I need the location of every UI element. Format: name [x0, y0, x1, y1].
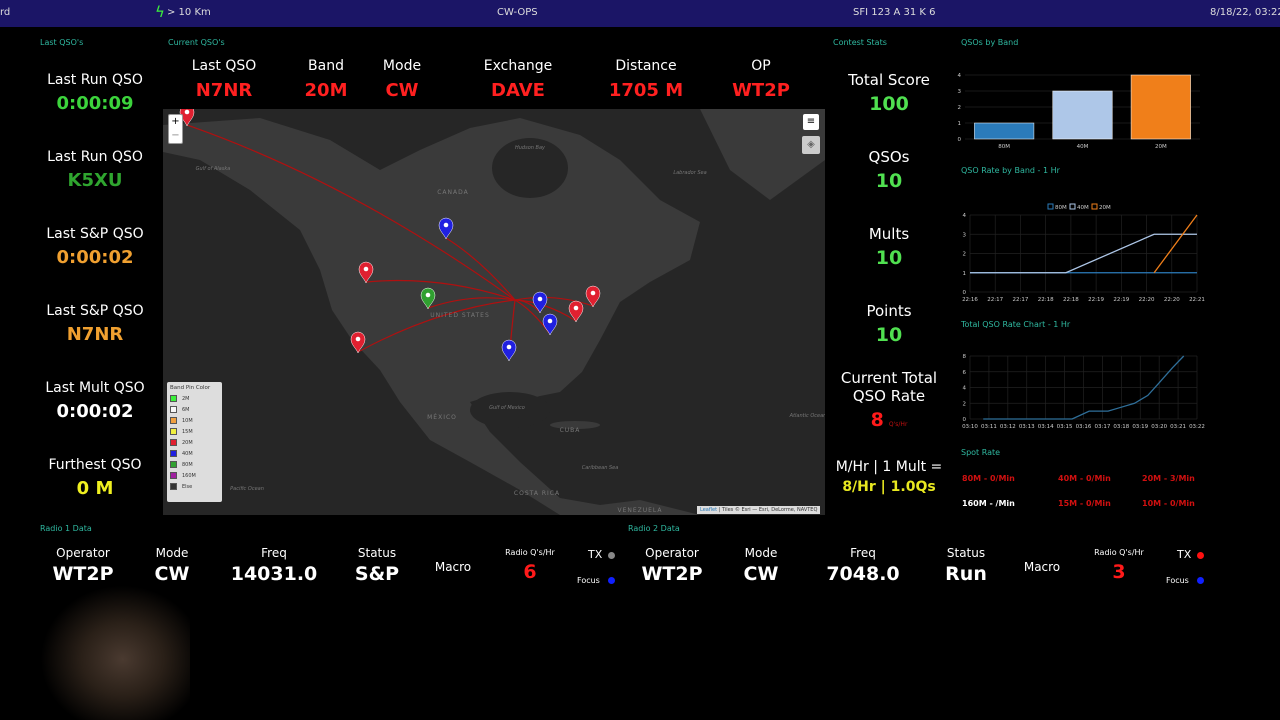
radio-status-label: Status [946, 546, 986, 560]
x-tick-label: 03:13 [1019, 424, 1035, 430]
x-tick-label: 22:19 [1113, 297, 1129, 303]
tx-label: TX [588, 548, 603, 561]
radio-operator-label: Operator [56, 546, 110, 560]
x-tick-label: 22:20 [1164, 297, 1180, 303]
x-tick-label: 80M [998, 144, 1010, 150]
radio-mode-value: CW [154, 563, 190, 585]
radio-status-label: Status [357, 546, 397, 560]
x-tick-label: 03:17 [1094, 424, 1110, 430]
y-tick-label: 0 [958, 137, 962, 143]
y-tick-label: 0 [963, 417, 967, 423]
y-tick-label: 3 [963, 232, 967, 238]
x-tick-label: 22:18 [1038, 297, 1054, 303]
x-tick-label: 03:18 [1113, 424, 1129, 430]
focus-indicator-icon [608, 577, 615, 584]
radio-freq-value: 14031.0 [230, 563, 318, 585]
x-tick-label: 22:18 [1063, 297, 1079, 303]
macro-button[interactable]: Macro [1024, 560, 1060, 574]
x-tick-label: 22:19 [1088, 297, 1104, 303]
y-tick-label: 2 [958, 105, 962, 111]
legend-swatch [1091, 203, 1098, 210]
x-tick-label: 03:16 [1076, 424, 1092, 430]
legend-swatch [1069, 203, 1076, 210]
radio-qhr-value: 6 [523, 561, 537, 583]
y-tick-label: 1 [958, 121, 962, 127]
spot-rate-item: 40M - 0/Min [1058, 474, 1111, 483]
radio-status-value: S&P [354, 563, 400, 585]
radio-operator-label: Operator [645, 546, 699, 560]
x-tick-label: 22:17 [987, 297, 1003, 303]
bar-80M [974, 122, 1035, 140]
spot-rate-item: 15M - 0/Min [1058, 499, 1111, 508]
legend-label: 40M [1077, 205, 1089, 211]
radio-freq-label: Freq [261, 546, 287, 560]
charts-layer: 0 1 2 3 4 80M 40M 20M 0 1 2 3 4 22:16 22:17 22:17 22:18 2… [958, 73, 1205, 430]
y-tick-label: 6 [963, 370, 967, 376]
series-line-20M [1153, 214, 1198, 274]
spot-rate-item: 20M - 3/Min [1142, 474, 1195, 483]
spot-rate-item: 10M - 0/Min [1142, 499, 1195, 508]
y-tick-label: 1 [963, 271, 967, 277]
focus-label: Focus [1166, 576, 1189, 585]
x-tick-label: 03:15 [1057, 424, 1073, 430]
x-tick-label: 22:21 [1189, 297, 1205, 303]
radio-qhr-label: Radio Q's/Hr [505, 548, 555, 557]
legend-swatch [1047, 203, 1054, 210]
tx-label: TX [1177, 548, 1192, 561]
y-tick-label: 8 [963, 354, 967, 360]
focus-label: Focus [577, 576, 600, 585]
radio-freq-label: Freq [850, 546, 876, 560]
radio-mode-label: Mode [744, 546, 778, 560]
y-tick-label: 4 [958, 73, 962, 79]
tx-indicator-icon [608, 552, 615, 559]
x-tick-label: 03:22 [1189, 424, 1205, 430]
bar-40M [1052, 90, 1113, 140]
x-tick-label: 40M [1077, 144, 1089, 150]
webcam-overlay [40, 585, 190, 720]
x-tick-label: 03:11 [981, 424, 997, 430]
radio-operator-value: WT2P [52, 563, 114, 585]
y-tick-label: 4 [963, 386, 967, 392]
x-tick-label: 03:14 [1038, 424, 1054, 430]
radio-mode-label: Mode [155, 546, 189, 560]
radio-qhr-value: 3 [1112, 561, 1126, 583]
x-tick-label: 20M [1155, 144, 1167, 150]
x-tick-label: 22:16 [962, 297, 978, 303]
radio-mode-value: CW [743, 563, 779, 585]
y-tick-label: 0 [963, 290, 967, 296]
tx-indicator-icon [1197, 552, 1204, 559]
x-tick-label: 03:19 [1132, 424, 1148, 430]
spot-rate-item: 80M - 0/Min [962, 474, 1015, 483]
bar-20M [1130, 74, 1191, 140]
spot-rate-item: 160M - /Min [962, 499, 1015, 508]
x-tick-label: 03:12 [1000, 424, 1016, 430]
x-tick-label: 22:20 [1139, 297, 1155, 303]
radio-status-value: Run [945, 563, 987, 585]
macro-button[interactable]: Macro [435, 560, 471, 574]
x-tick-label: 03:20 [1151, 424, 1167, 430]
focus-indicator-icon [1197, 577, 1204, 584]
y-tick-label: 2 [963, 401, 967, 407]
x-tick-label: 03:21 [1170, 424, 1186, 430]
legend-label: 20M [1099, 205, 1111, 211]
radio-freq-value: 7048.0 [826, 563, 900, 585]
y-tick-label: 4 [963, 213, 967, 219]
x-tick-label: 22:17 [1013, 297, 1029, 303]
y-tick-label: 3 [958, 89, 962, 95]
radio-operator-value: WT2P [641, 563, 703, 585]
radio-qhr-label: Radio Q's/Hr [1094, 548, 1144, 557]
legend-label: 80M [1055, 205, 1067, 211]
y-tick-label: 2 [963, 252, 967, 258]
x-tick-label: 03:10 [962, 424, 978, 430]
